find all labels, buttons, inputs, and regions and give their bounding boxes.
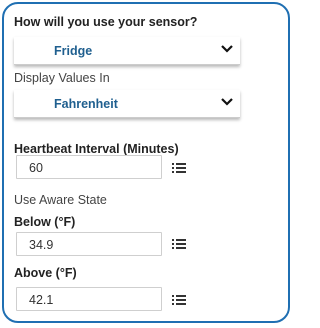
chevron-down-icon <box>221 45 233 53</box>
heartbeat-interval-input[interactable]: 60 <box>16 155 162 179</box>
list-icon[interactable] <box>172 238 186 250</box>
above-label: Above (°F) <box>14 266 77 280</box>
chevron-down-icon <box>221 98 233 106</box>
sensor-settings-panel: How will you use your sensor? Fridge Dis… <box>2 2 290 323</box>
aware-state-label: Use Aware State <box>14 193 107 207</box>
display-values-label: Display Values In <box>14 71 110 85</box>
below-value: 34.9 <box>29 238 54 252</box>
heartbeat-interval-label: Heartbeat Interval (Minutes) <box>14 142 179 156</box>
usage-question-label: How will you use your sensor? <box>14 15 198 29</box>
display-values-selected-value: Fahrenheit <box>54 97 118 111</box>
usage-selected-value: Fridge <box>54 44 93 58</box>
display-values-select[interactable]: Fahrenheit <box>14 90 240 118</box>
below-label: Below (°F) <box>14 215 76 229</box>
list-icon[interactable] <box>172 162 186 174</box>
below-input[interactable]: 34.9 <box>16 232 162 256</box>
above-value: 42.1 <box>29 293 54 307</box>
list-icon[interactable] <box>172 294 186 306</box>
above-input[interactable]: 42.1 <box>16 287 162 311</box>
usage-select[interactable]: Fridge <box>14 37 240 65</box>
heartbeat-interval-value: 60 <box>29 161 43 175</box>
